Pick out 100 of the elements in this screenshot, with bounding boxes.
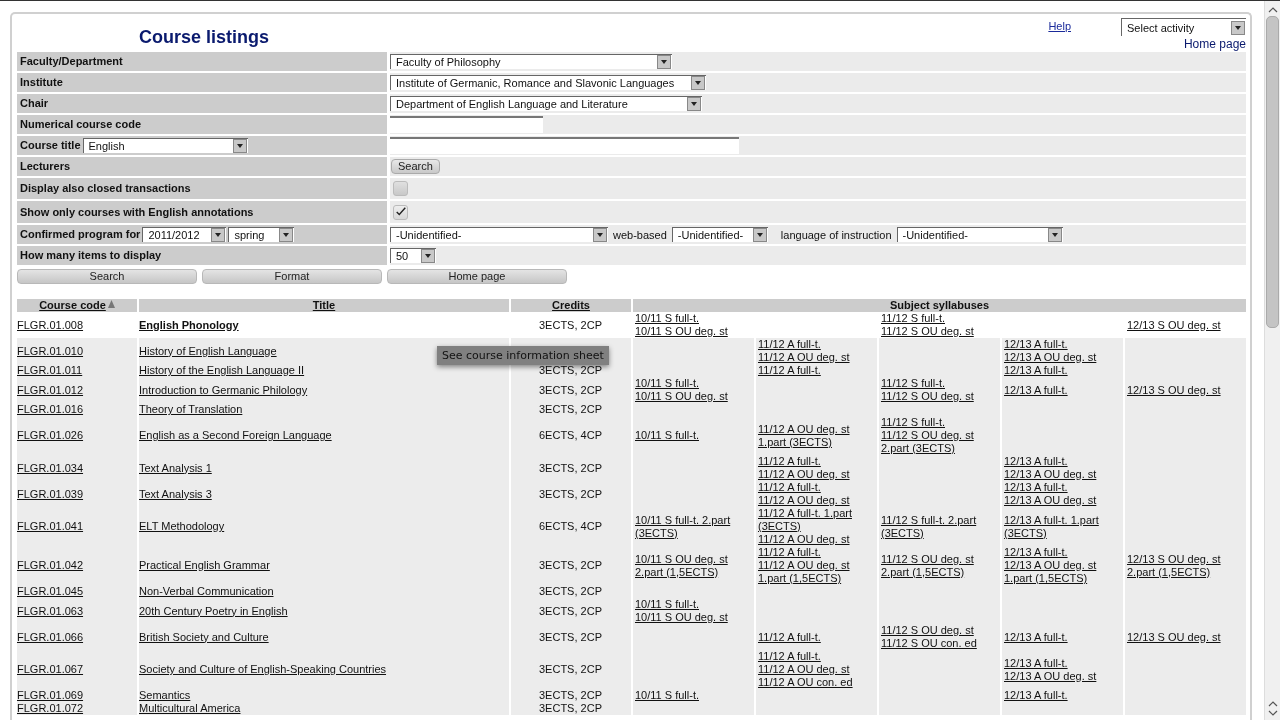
syllabus-link[interactable]: 12/13 A full-t. (1002, 455, 1070, 468)
syllabus-link[interactable]: 11/12 S OU deg. st (879, 325, 976, 338)
syllabus-link[interactable]: 12/13 A full-t. (1002, 338, 1070, 351)
course-number-link[interactable]: FLGR.01.067 (17, 663, 84, 675)
syllabus-link[interactable]: 2.part (3ECTS) (879, 442, 957, 455)
syllabus-link[interactable]: 11/12 S OU deg. st (879, 552, 976, 566)
action-button[interactable]: Home page (387, 269, 567, 284)
syllabus-link[interactable]: 11/12 S OU con. ed (879, 637, 979, 650)
syllabus-link[interactable]: 11/12 S OU deg. st (879, 624, 976, 637)
course-title-link[interactable]: Semantics (139, 689, 191, 701)
scroll-up-icon[interactable] (1267, 7, 1278, 13)
course-number-link[interactable]: FLGR.01.008 (17, 318, 84, 331)
syllabus-link[interactable]: (3ECTS) (1002, 526, 1049, 540)
syllabus-link[interactable]: 10/11 S full-t. (633, 312, 701, 325)
course-number-link[interactable]: FLGR.01.041 (17, 520, 84, 532)
syllabus-link[interactable]: 2.part (1,5ECTS) (1125, 565, 1213, 579)
syllabus-link[interactable]: 11/12 S full-t. (879, 312, 947, 325)
syllabus-link[interactable]: 1.part (1,5ECTS) (1002, 572, 1090, 585)
syllabus-link[interactable]: 1.part (1,5ECTS) (756, 572, 844, 585)
syllabus-link[interactable]: 11/12 A full-t. (756, 650, 823, 663)
syllabus-link[interactable]: 11/12 A OU deg. st (756, 468, 852, 481)
course-title-mode-select[interactable]: English (82, 138, 248, 153)
syllabus-link[interactable]: 10/11 S OU deg. st (633, 325, 730, 338)
scroll-down-icon[interactable] (1267, 710, 1278, 716)
checkbox[interactable] (393, 204, 408, 220)
syllabus-link[interactable]: (3ECTS) (756, 520, 803, 533)
scroll-up-icon[interactable] (1267, 701, 1278, 707)
syllabus-link[interactable]: 10/11 S full-t. (633, 429, 701, 442)
credits-text: 3ECTS, 2CP (539, 559, 602, 571)
course-title-link[interactable]: Practical English Grammar (139, 559, 270, 571)
syllabus-link[interactable]: 11/12 S OU deg. st (879, 429, 976, 442)
course-number-link[interactable]: FLGR.01.026 (17, 429, 84, 441)
course-title-link[interactable]: Text Analysis 1 (139, 461, 212, 474)
syllabus-link[interactable]: 11/12 A OU deg. st (756, 533, 852, 546)
syllabus-link[interactable]: 11/12 A OU deg. st (756, 351, 852, 364)
course-code-field[interactable] (390, 116, 543, 133)
chair-select[interactable]: Department of English Language and Literature (390, 96, 702, 111)
syllabus-link[interactable]: 11/12 A full-t. (756, 455, 823, 468)
institute-select[interactable]: Institute of Germanic, Romance and Slavonic Languages (390, 75, 706, 90)
faculty-select[interactable]: Faculty of Philosophy (390, 54, 672, 69)
syllabus-link[interactable]: 12/13 A OU deg. st (1002, 351, 1099, 364)
syllabus-link[interactable]: (3ECTS) (879, 526, 926, 540)
column-header-link[interactable]: Title (312, 299, 336, 311)
syllabus-link[interactable]: 10/11 S OU deg. st (633, 390, 730, 403)
syllabus-link[interactable]: 1.part (3ECTS) (756, 435, 834, 449)
scrollbar-thumb[interactable] (1266, 16, 1279, 328)
course-number-link[interactable]: FLGR.01.042 (17, 559, 84, 571)
syllabus-link[interactable]: 11/12 A OU deg. st (756, 422, 852, 436)
language-select[interactable]: -Unidentified- (896, 227, 1063, 242)
syllabus-link[interactable]: 11/12 A full-t. (756, 338, 823, 351)
syllabus-link[interactable]: 10/11 S full-t. 2.part (633, 513, 733, 527)
syllabus-link[interactable]: 12/13 A OU deg. st (1002, 559, 1099, 572)
syllabus-link[interactable]: 11/12 S OU deg. st (879, 390, 976, 403)
course-title-link[interactable]: English as a Second Foreign Language (139, 429, 332, 441)
lecturer-search-button[interactable]: Search (391, 159, 440, 174)
syllabus-link[interactable]: 11/12 S full-t. (879, 416, 947, 429)
year-select[interactable]: 2011/2012 (142, 227, 227, 242)
course-title-field[interactable] (390, 137, 739, 154)
items-count-select[interactable]: 50 (390, 248, 436, 263)
syllabus-link[interactable]: 11/12 S full-t. (879, 377, 947, 390)
course-title-link[interactable]: ELT Methodology (139, 520, 225, 532)
syllabus-link[interactable]: 11/12 A OU con. ed (756, 676, 855, 689)
course-title-link[interactable]: English Phonology (139, 318, 239, 331)
syllabus-link[interactable]: 10/11 S full-t. (633, 598, 701, 611)
syllabus-link[interactable]: 12/13 S OU deg. st (1125, 552, 1223, 566)
syllabus-link[interactable]: 12/13 A OU deg. st (1002, 468, 1099, 481)
help-link[interactable]: Help (1048, 20, 1071, 32)
program-type-select[interactable]: -Unidentified- (390, 227, 608, 242)
syllabus-link[interactable]: 11/12 S full-t. 2.part (879, 513, 979, 527)
syllabus-link[interactable]: 10/11 S OU deg. st (633, 552, 730, 566)
action-button[interactable]: Format (202, 269, 382, 284)
syllabus-link[interactable]: (3ECTS) (633, 526, 680, 540)
syllabus-link[interactable]: 12/13 A full-t. (1002, 546, 1070, 559)
syllabus-link[interactable]: 12/13 A full-t. 1.part (1002, 513, 1101, 527)
syllabus-link[interactable]: 2.part (1,5ECTS) (633, 565, 721, 579)
credits-text: 3ECTS, 2CP (539, 383, 602, 396)
course-title-link[interactable]: British Society and Culture (139, 630, 269, 643)
activity-select[interactable]: Select activity (1121, 18, 1246, 36)
syllabus-link[interactable]: 10/11 S OU deg. st (633, 611, 730, 624)
syllabus-link[interactable]: 10/11 S full-t. (633, 377, 701, 390)
checkbox[interactable] (393, 181, 408, 196)
syllabus-link[interactable]: 12/13 A OU deg. st (1002, 669, 1099, 683)
course-title-link[interactable]: Text Analysis 3 (139, 487, 212, 500)
scrollbar[interactable] (1264, 1, 1280, 720)
action-button[interactable]: Search (17, 269, 197, 284)
web-based-select[interactable]: -Unidentified- (671, 227, 768, 242)
syllabus-link[interactable]: 11/12 A OU deg. st (756, 494, 852, 507)
syllabus-link[interactable]: 11/12 A full-t. 1.part (756, 507, 854, 520)
syllabus-link[interactable]: 12/13 A full-t. (1002, 656, 1070, 670)
term-select[interactable]: spring (228, 227, 295, 242)
syllabus-link[interactable]: 12/13 S OU deg. st (1125, 318, 1223, 332)
syllabus-link[interactable]: 11/12 A OU deg. st (756, 559, 852, 572)
syllabus-link[interactable]: 12/13 A OU deg. st (1002, 494, 1099, 507)
syllabus-link[interactable]: 2.part (1,5ECTS) (879, 565, 967, 579)
syllabus-link[interactable]: 11/12 A OU deg. st (756, 663, 852, 676)
course-title-link[interactable]: History of English Language (139, 344, 277, 357)
home-page-link[interactable]: Home page (1183, 37, 1246, 51)
syllabus-link[interactable]: 11/12 A full-t. (756, 481, 823, 494)
syllabus-link[interactable]: 11/12 A full-t. (756, 546, 823, 559)
syllabus-link[interactable]: 12/13 A full-t. (1002, 481, 1070, 494)
